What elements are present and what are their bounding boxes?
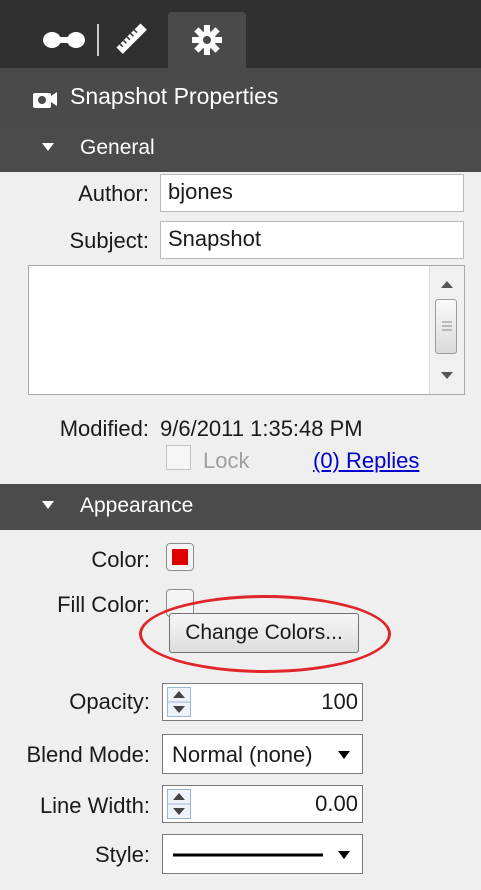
- lock-checkbox[interactable]: [166, 445, 191, 470]
- lock-label: Lock: [203, 448, 250, 473]
- line-width-spinner[interactable]: 0.00: [162, 785, 363, 823]
- color-label: Color:: [91, 547, 150, 572]
- subject-field[interactable]: Snapshot: [160, 221, 464, 259]
- color-fill: [172, 549, 188, 565]
- comment-textarea[interactable]: [28, 265, 465, 395]
- tab-measure[interactable]: [106, 10, 158, 68]
- line-width-label: Line Width:: [39, 793, 150, 818]
- tab-properties[interactable]: [168, 12, 246, 68]
- blend-mode-label: Blend Mode:: [26, 742, 150, 767]
- color-swatch[interactable]: [166, 543, 194, 571]
- spin-arrows-icon[interactable]: [167, 789, 191, 819]
- scroll-up-icon[interactable]: [440, 280, 454, 290]
- camera-icon: [33, 92, 57, 108]
- gear-icon: [192, 25, 222, 55]
- solid-line-icon: [173, 853, 323, 857]
- line-width-value: 0.00: [315, 791, 358, 816]
- fill-color-label: Fill Color:: [57, 592, 150, 617]
- section-appearance-label: Appearance: [80, 494, 194, 517]
- modified-label: Modified:: [59, 416, 149, 441]
- collapse-arrow-icon[interactable]: [42, 143, 54, 151]
- chevron-down-icon: [338, 851, 350, 859]
- tab-markup[interactable]: [26, 10, 102, 68]
- collapse-arrow-icon[interactable]: [42, 501, 54, 509]
- opacity-value: 100: [321, 689, 358, 714]
- panel-title: Snapshot Properties: [70, 83, 279, 109]
- modified-value: 9/6/2011 1:35:48 PM: [160, 416, 363, 441]
- replies-link[interactable]: (0) Replies: [313, 448, 419, 474]
- highlight-circle: [139, 595, 391, 673]
- comment-scrollbar[interactable]: [429, 266, 464, 394]
- chevron-down-icon: [338, 751, 350, 759]
- scroll-down-icon[interactable]: [440, 370, 454, 380]
- style-label: Style:: [94, 842, 150, 867]
- scrollbar-thumb[interactable]: [435, 299, 457, 354]
- blend-mode-select[interactable]: Normal (none): [162, 734, 363, 774]
- opacity-spinner[interactable]: 100: [162, 683, 363, 721]
- section-general-label: General: [80, 136, 155, 159]
- tab-separator: [97, 24, 99, 56]
- grip-icon: [442, 321, 452, 331]
- panel-title-bar: Snapshot Properties: [0, 68, 481, 126]
- author-label: Author:: [78, 181, 149, 206]
- line-style-select[interactable]: [162, 834, 363, 874]
- author-field[interactable]: bjones: [160, 174, 464, 212]
- ruler-icon: [116, 23, 147, 54]
- binoculars-icon: [43, 32, 85, 48]
- section-appearance-header[interactable]: Appearance: [0, 484, 481, 530]
- tab-strip: [0, 0, 481, 68]
- opacity-label: Opacity:: [69, 689, 150, 714]
- section-general-header[interactable]: General: [0, 126, 481, 172]
- subject-label: Subject:: [69, 228, 150, 253]
- spin-arrows-icon[interactable]: [167, 687, 191, 717]
- blend-mode-value: Normal (none): [172, 742, 313, 767]
